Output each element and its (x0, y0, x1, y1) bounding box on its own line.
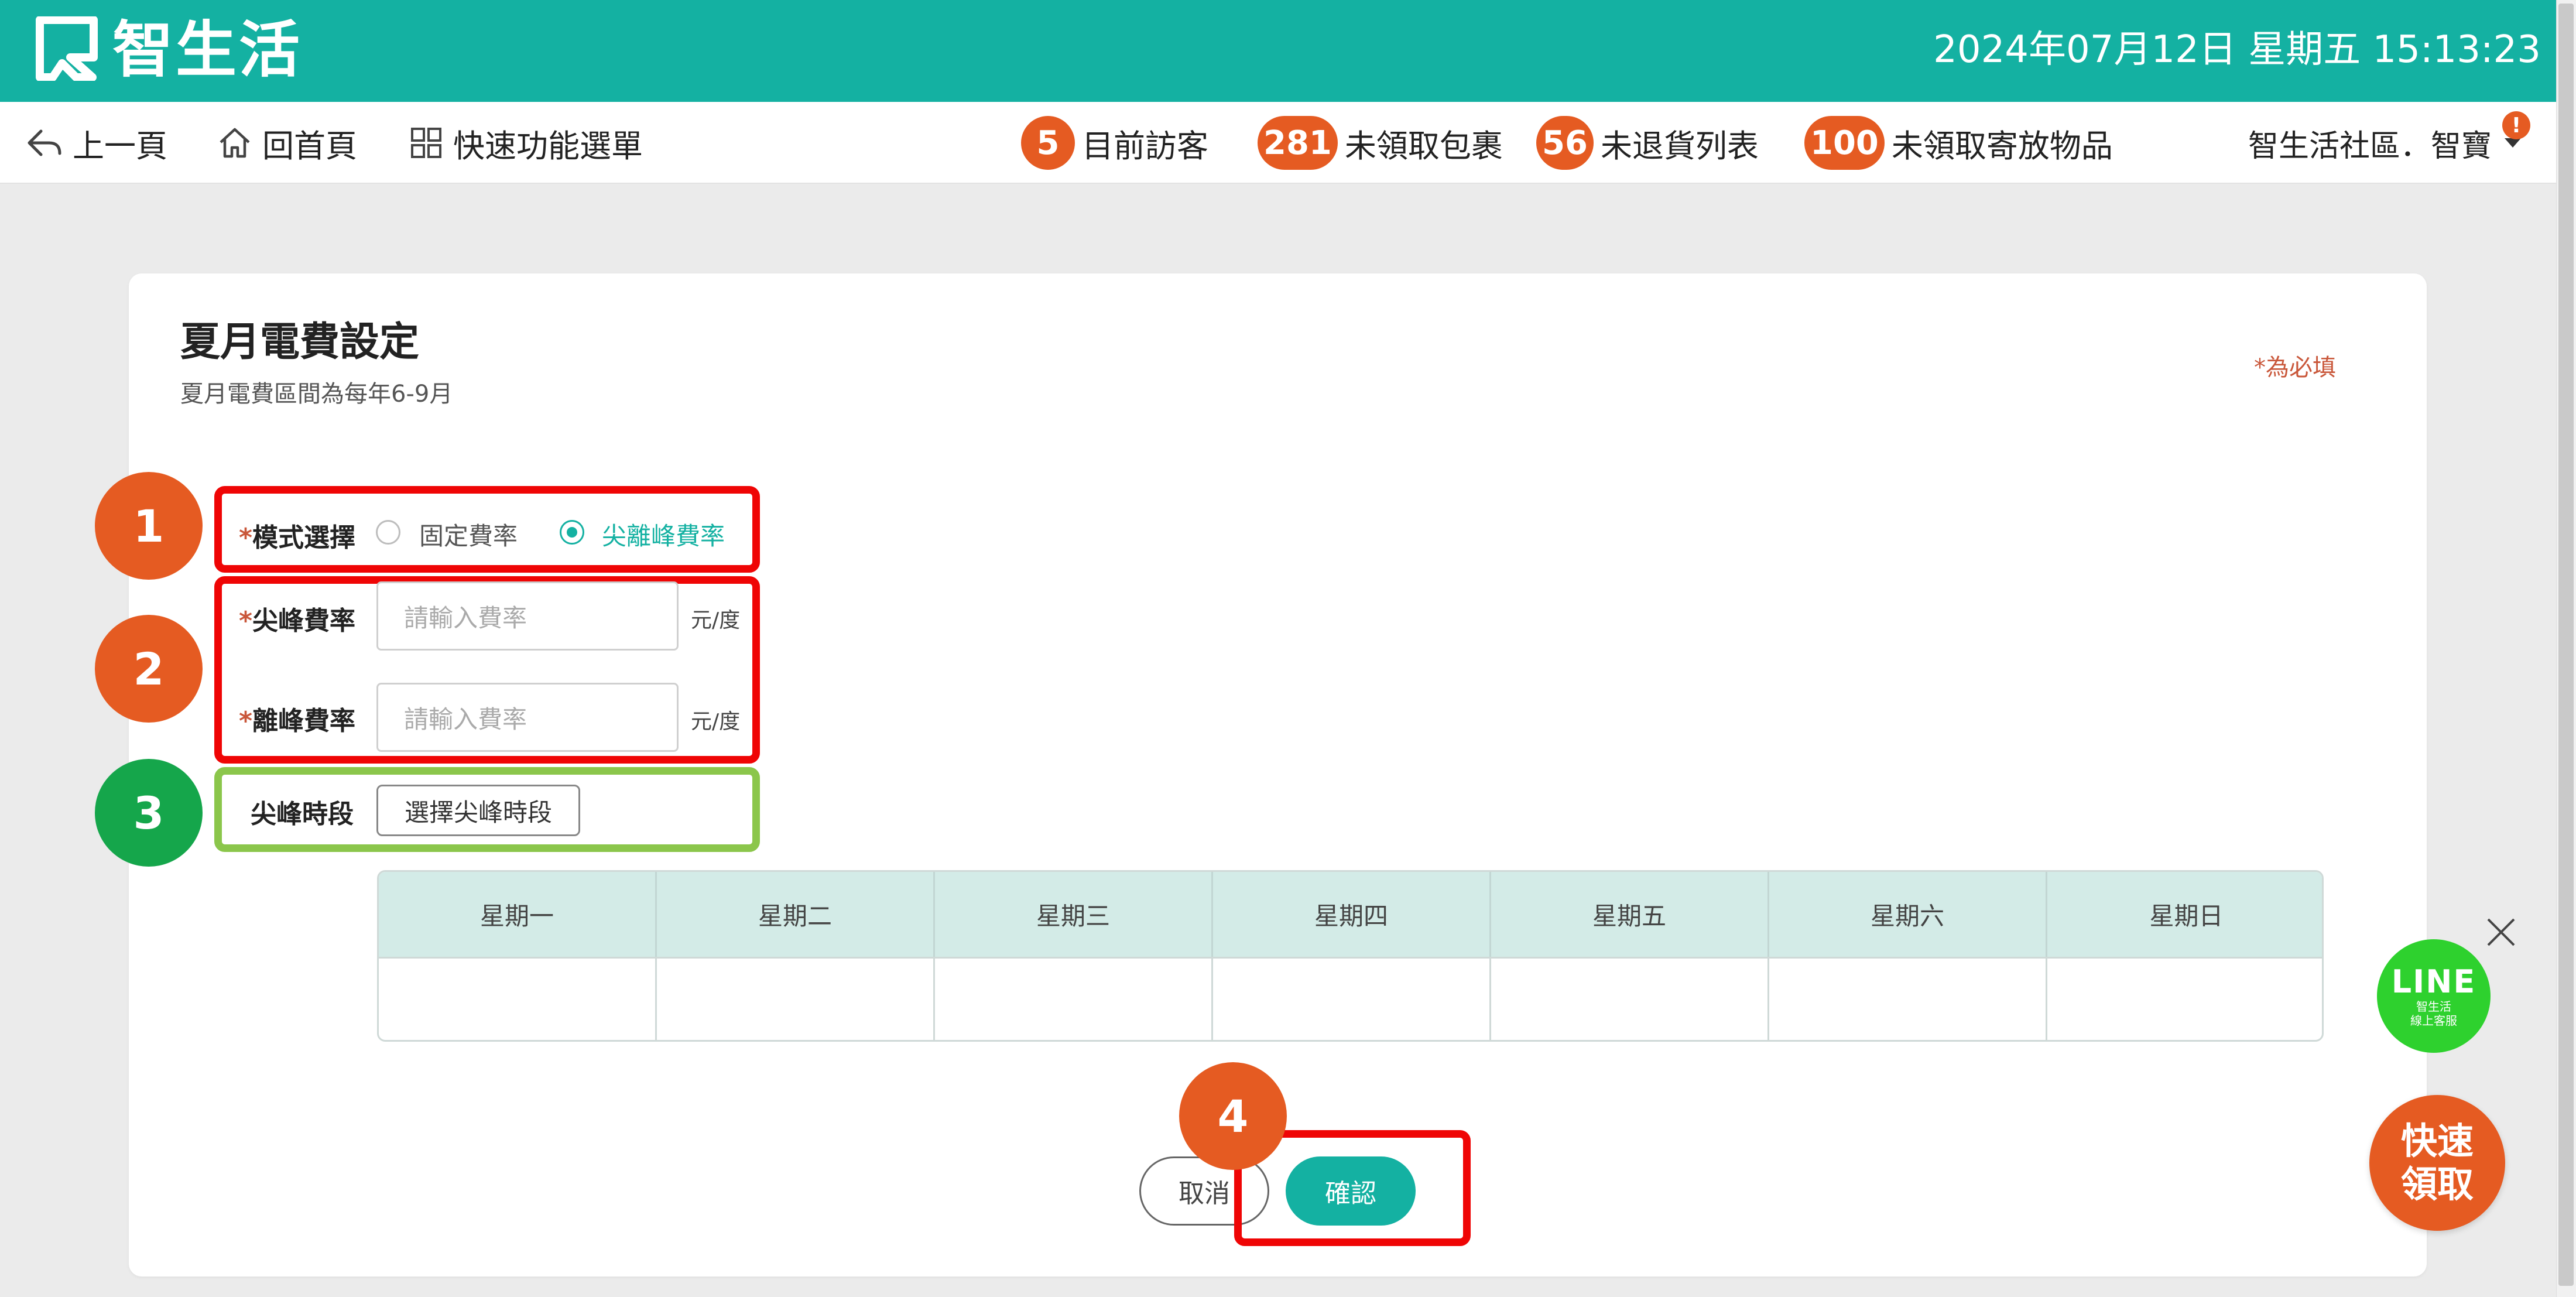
logo-text: 智生活 (112, 14, 303, 85)
line-title: LINE (2391, 963, 2476, 1000)
home-label: 回首頁 (262, 127, 357, 165)
chevron-down-icon[interactable] (2505, 138, 2521, 148)
mode-label-text: 模式選擇 (252, 523, 356, 553)
required-mark: * (239, 606, 253, 636)
scrollbar-thumb[interactable] (2558, 4, 2574, 1286)
back-label: 上一頁 (73, 127, 167, 165)
weekday-header: 星期二 (657, 872, 935, 957)
radio-peak-rate-label[interactable]: 尖離峰費率 (602, 516, 725, 552)
step-badge-4: 4 (1179, 1062, 1287, 1170)
line-subtitle-1: 智生活 (2416, 1000, 2451, 1014)
step-badge-3: 3 (95, 759, 203, 867)
nav-bar: 上一頁 回首頁 快速功能選單 5 目前訪客 281 未領取包裹 56 未退貨列表… (0, 102, 2556, 184)
weekday-header: 星期三 (935, 872, 1213, 957)
weekday-header: 星期日 (2047, 872, 2322, 957)
radio-fixed-rate[interactable] (376, 520, 400, 545)
back-arrow-icon (28, 129, 61, 156)
step-badge-1: 1 (95, 472, 203, 580)
home-icon (220, 128, 250, 158)
required-mark: * (239, 523, 253, 553)
page-title: 夏月電費設定 (180, 319, 420, 365)
offpeak-rate-unit: 元/度 (691, 710, 741, 734)
quick-menu-label: 快速功能選單 (453, 127, 643, 165)
peak-rate-label: *尖峰費率 (239, 600, 355, 637)
logo-icon (36, 16, 98, 81)
visitors-count-badge: 5 (1021, 116, 1075, 170)
quick-pickup-line-1: 快速 (2400, 1120, 2474, 1162)
weekday-cell (1213, 957, 1491, 1040)
returns-count-badge: 56 (1536, 116, 1594, 170)
offpeak-rate-input[interactable]: 請輸入費率 (376, 683, 679, 752)
weekday-cell (379, 957, 657, 1040)
confirm-button[interactable]: 確認 (1286, 1156, 1416, 1226)
required-mark: * (239, 706, 253, 736)
returns-link[interactable]: 56 未退貨列表 (1536, 102, 1759, 184)
peak-time-label: 尖峰時段 (251, 799, 354, 829)
storage-count-badge: 100 (1804, 116, 1885, 170)
grid-icon (411, 128, 441, 158)
close-icon[interactable] (2482, 913, 2520, 951)
required-note: *為必填 (2254, 354, 2336, 381)
line-subtitle-2: 線上客服 (2410, 1014, 2457, 1028)
packages-label: 未領取包裹 (1344, 127, 1503, 165)
visitors-label: 目前訪客 (1082, 127, 1208, 165)
home-link[interactable]: 回首頁 (218, 102, 357, 184)
peak-time-table: 星期一 星期二 星期三 星期四 星期五 星期六 星期日 (377, 870, 2324, 1042)
user-menu[interactable]: 智生活社區．智寶 (2248, 102, 2492, 184)
select-peak-time-button[interactable]: 選擇尖峰時段 (376, 785, 580, 836)
step-badge-2: 2 (95, 615, 203, 723)
back-link[interactable]: 上一頁 (26, 102, 167, 184)
quick-menu-link[interactable]: 快速功能選單 (410, 102, 643, 184)
peak-rate-input[interactable]: 請輸入費率 (376, 581, 679, 651)
quick-pickup-button[interactable]: 快速 領取 (2369, 1095, 2505, 1231)
offpeak-rate-label-text: 離峰費率 (252, 706, 356, 736)
mode-label: *模式選擇 (239, 516, 355, 554)
weekday-cell (935, 957, 1213, 1040)
weekday-cell (1769, 957, 2047, 1040)
datetime: 2024年07月12日 星期五 15:13:23 (1933, 28, 2541, 71)
quick-pickup-line-2: 領取 (2400, 1163, 2474, 1206)
weekday-cell (657, 957, 935, 1040)
line-support-button[interactable]: LINE 智生活 線上客服 (2377, 939, 2491, 1053)
radio-fixed-rate-label[interactable]: 固定費率 (419, 516, 518, 552)
peak-rate-unit: 元/度 (691, 608, 741, 632)
radio-peak-rate[interactable] (560, 520, 584, 545)
weekday-header: 星期四 (1213, 872, 1491, 957)
weekday-header: 星期六 (1769, 872, 2047, 957)
storage-link[interactable]: 100 未領取寄放物品 (1804, 102, 2113, 184)
returns-label: 未退貨列表 (1600, 127, 1759, 165)
storage-label: 未領取寄放物品 (1891, 127, 2113, 165)
peak-rate-label-text: 尖峰費率 (252, 606, 356, 636)
user-name: 智生活社區．智寶 (2248, 128, 2492, 164)
packages-count-badge: 281 (1258, 116, 1338, 170)
notification-badge[interactable]: ! (2502, 111, 2530, 139)
offpeak-rate-label: *離峰費率 (239, 700, 355, 737)
weekday-header: 星期一 (379, 872, 657, 957)
weekday-cell (1491, 957, 1769, 1040)
weekday-cell (2047, 957, 2322, 1040)
packages-link[interactable]: 281 未領取包裹 (1258, 102, 1503, 184)
page-subtitle: 夏月電費區間為每年6-9月 (180, 381, 453, 408)
weekday-header: 星期五 (1491, 872, 1769, 957)
visitors-link[interactable]: 5 目前訪客 (1021, 102, 1208, 184)
